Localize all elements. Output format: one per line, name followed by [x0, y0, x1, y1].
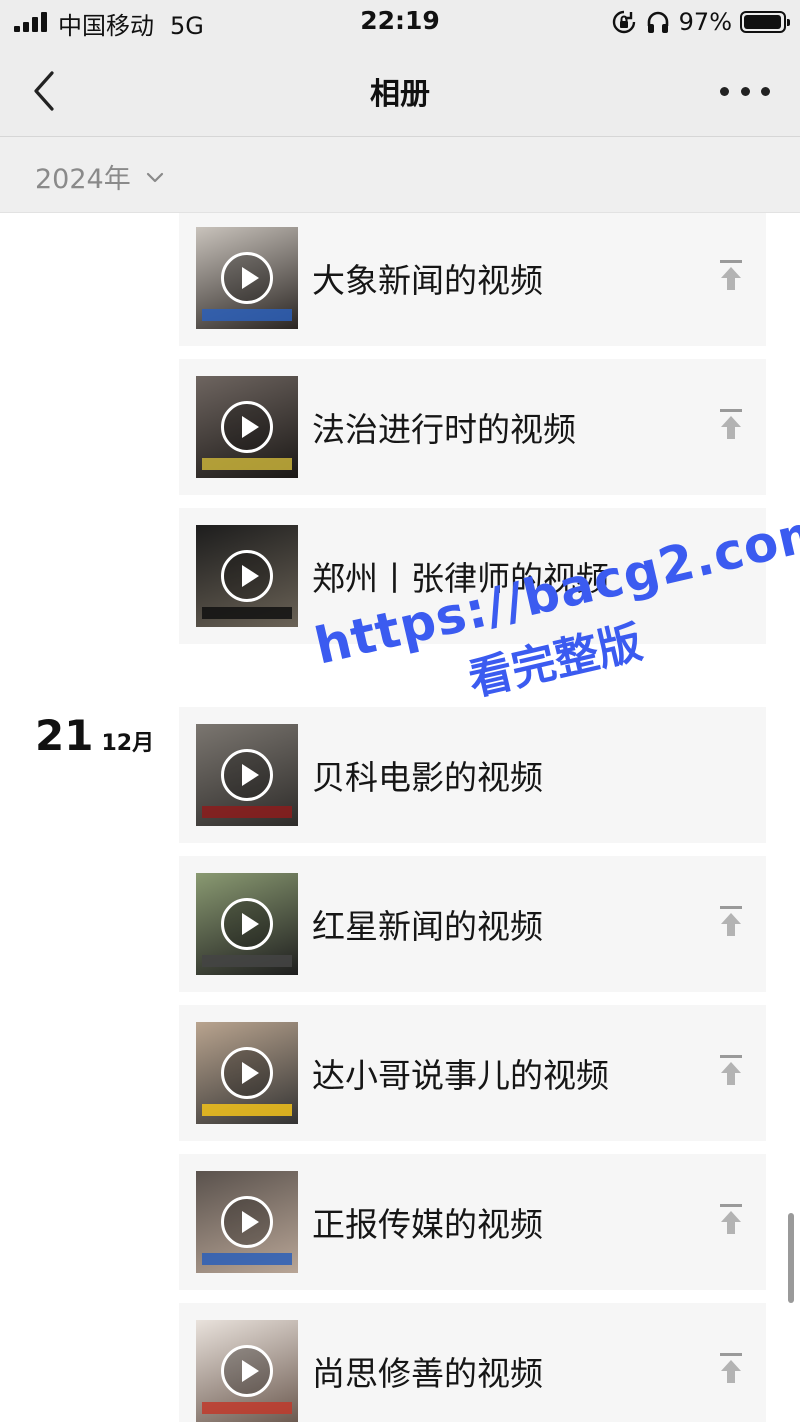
- status-bar: 中国移动 5G 22:19 97%: [0, 0, 800, 45]
- video-item[interactable]: 法治进行时的视频: [179, 359, 766, 495]
- video-item[interactable]: 贝科电影的视频: [179, 707, 766, 843]
- video-title: 贝科电影的视频: [312, 758, 543, 797]
- more-button[interactable]: [720, 73, 770, 109]
- video-title: 郑州丨张律师的视频: [312, 559, 609, 598]
- battery-fill: [744, 15, 781, 29]
- video-thumbnail: [196, 1320, 298, 1422]
- video-thumbnail: [196, 873, 298, 975]
- year-label: 2024年: [35, 164, 131, 195]
- date-month: 12月: [101, 731, 155, 756]
- battery-percent: 97%: [678, 8, 732, 36]
- thumbnail-caption-bar: [202, 955, 292, 967]
- video-title: 正报传媒的视频: [312, 1205, 543, 1244]
- pin-to-top-icon[interactable]: [718, 1053, 744, 1087]
- year-filter-bar: 2024年: [0, 137, 800, 213]
- video-title: 大象新闻的视频: [312, 261, 543, 300]
- play-icon: [221, 401, 273, 453]
- year-selector[interactable]: 2024年: [35, 157, 165, 196]
- play-icon: [221, 252, 273, 304]
- thumbnail-caption-bar: [202, 1402, 292, 1414]
- more-dots-icon: [720, 86, 729, 96]
- video-thumbnail: [196, 1171, 298, 1273]
- pin-to-top-icon[interactable]: [718, 904, 744, 938]
- rotation-lock-icon: [612, 10, 635, 34]
- video-item[interactable]: 大象新闻的视频: [179, 213, 766, 346]
- play-icon: [221, 1345, 273, 1397]
- pin-to-top-icon[interactable]: [718, 1351, 744, 1385]
- pin-to-top-icon[interactable]: [718, 1202, 744, 1236]
- date-day: 21: [35, 711, 94, 760]
- video-thumbnail: [196, 227, 298, 329]
- video-item[interactable]: 达小哥说事儿的视频: [179, 1005, 766, 1141]
- thumbnail-caption-bar: [202, 806, 292, 818]
- play-icon: [221, 550, 273, 602]
- thumbnail-caption-bar: [202, 1104, 292, 1116]
- video-thumbnail: [196, 724, 298, 826]
- thumbnail-caption-bar: [202, 458, 292, 470]
- video-thumbnail: [196, 376, 298, 478]
- video-list: 21 12月 大象新闻的视频 法治进行时的视频 郑州丨张律师的视频 贝科电影的视频 红星…: [0, 213, 800, 1422]
- pin-to-top-icon[interactable]: [718, 407, 744, 441]
- nav-bar: 相册: [0, 45, 800, 137]
- pin-to-top-icon[interactable]: [718, 258, 744, 292]
- video-item[interactable]: 红星新闻的视频: [179, 856, 766, 992]
- page-title: 相册: [370, 77, 430, 112]
- battery-icon: [740, 11, 790, 33]
- video-item[interactable]: 尚思修善的视频: [179, 1303, 766, 1422]
- scrollbar[interactable]: [788, 1213, 794, 1303]
- video-thumbnail: [196, 1022, 298, 1124]
- video-thumbnail: [196, 525, 298, 627]
- thumbnail-caption-bar: [202, 309, 292, 321]
- thumbnail-caption-bar: [202, 1253, 292, 1265]
- play-icon: [221, 1047, 273, 1099]
- video-title: 达小哥说事儿的视频: [312, 1056, 609, 1095]
- play-icon: [221, 749, 273, 801]
- headphones-icon: [647, 11, 668, 33]
- video-item[interactable]: 郑州丨张律师的视频: [179, 508, 766, 644]
- video-item[interactable]: 正报传媒的视频: [179, 1154, 766, 1290]
- video-title: 红星新闻的视频: [312, 907, 543, 946]
- chevron-down-icon: [146, 172, 163, 182]
- play-icon: [221, 898, 273, 950]
- video-title: 尚思修善的视频: [312, 1354, 543, 1393]
- video-title: 法治进行时的视频: [312, 410, 576, 449]
- play-icon: [221, 1196, 273, 1248]
- thumbnail-caption-bar: [202, 607, 292, 619]
- date-header: 21 12月: [35, 711, 154, 760]
